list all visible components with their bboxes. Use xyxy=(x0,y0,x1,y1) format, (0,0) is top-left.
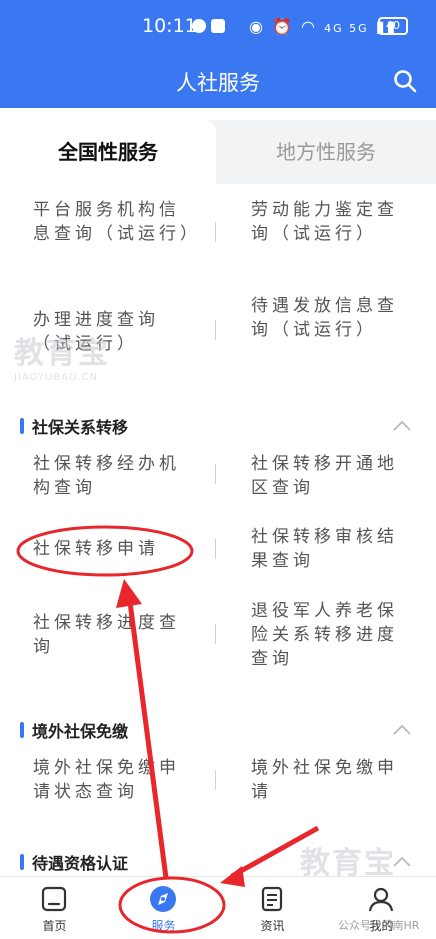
service-item[interactable]: 境外社保免缴申请状态查询 xyxy=(33,756,198,804)
nav-services[interactable]: 服务 xyxy=(109,877,218,939)
nav-label: 资讯 xyxy=(260,919,285,933)
divider xyxy=(215,770,216,790)
service-item[interactable]: 退役军人养老保险关系转移进度查询 xyxy=(251,599,416,671)
status-time: 10:11 xyxy=(142,15,197,37)
section-title: 境外社保免缴 xyxy=(32,722,129,741)
nav-news[interactable]: 资讯 xyxy=(218,877,327,939)
app-notification-icon xyxy=(211,19,225,33)
nav-label: 服务 xyxy=(151,919,176,933)
chevron-up-icon[interactable] xyxy=(392,724,412,736)
section-accent-bar xyxy=(20,722,24,738)
search-icon[interactable] xyxy=(392,68,418,94)
service-tabs: 全国性服务 地方性服务 xyxy=(0,120,436,184)
service-item[interactable]: 社保转移开通地区查询 xyxy=(251,452,416,500)
tab-local-services[interactable]: 地方性服务 xyxy=(216,120,436,184)
status-bar: 10:11 ◉ ⏰ ◠ 4G 5G ▮▮ 40 xyxy=(0,0,436,52)
section-title: 待遇资格认证 xyxy=(32,854,129,873)
title-bar: 人社服务 xyxy=(0,60,436,100)
person-icon xyxy=(368,887,394,912)
divider xyxy=(215,222,216,242)
divider xyxy=(215,464,216,484)
app-header: 10:11 ◉ ⏰ ◠ 4G 5G ▮▮ 40 人社服务 xyxy=(0,0,436,108)
chevron-up-icon[interactable] xyxy=(392,856,412,868)
service-item[interactable]: 境外社保免缴申请 xyxy=(251,756,416,804)
service-item[interactable]: 待遇发放信息查询（试运行） xyxy=(251,294,416,342)
service-item[interactable]: 社保转移审核结果查询 xyxy=(251,525,416,573)
page-title: 人社服务 xyxy=(176,71,260,95)
tab-national-services[interactable]: 全国性服务 xyxy=(0,120,216,184)
divider xyxy=(215,539,216,559)
service-item[interactable]: 社保转移经办机构查询 xyxy=(33,452,198,500)
service-item-transfer-application[interactable]: 社保转移申请 xyxy=(33,537,198,561)
section-title: 社保关系转移 xyxy=(32,418,129,437)
nav-label: 首页 xyxy=(42,919,67,933)
chat-notification-icon xyxy=(192,19,206,33)
section-accent-bar xyxy=(20,418,24,434)
network-indicator: 4G 5G xyxy=(324,22,369,35)
compass-icon xyxy=(150,886,176,912)
wechat-source-caption: 公众号 · 河南HR xyxy=(338,919,420,932)
service-item[interactable]: 劳动能力鉴定查询（试运行） xyxy=(251,198,416,246)
section-accent-bar xyxy=(20,854,24,870)
divider xyxy=(215,624,216,644)
nav-home[interactable]: 首页 xyxy=(0,877,109,939)
service-item[interactable]: 平台服务机构信息查询（试运行） xyxy=(33,198,198,246)
service-item[interactable]: 社保转移进度查询 xyxy=(33,611,198,659)
home-icon xyxy=(41,886,67,912)
status-icons: ◉ ⏰ ◠ 4G 5G ▮▮ xyxy=(249,17,398,36)
battery-icon: 40 xyxy=(378,17,408,35)
chevron-up-icon[interactable] xyxy=(392,420,412,432)
service-list: 平台服务机构信息查询（试运行） 劳动能力鉴定查询（试运行） 办理进度查询（试运行… xyxy=(0,184,436,876)
divider xyxy=(215,320,216,340)
service-item[interactable]: 办理进度查询（试运行） xyxy=(33,308,198,356)
document-icon xyxy=(261,886,283,912)
